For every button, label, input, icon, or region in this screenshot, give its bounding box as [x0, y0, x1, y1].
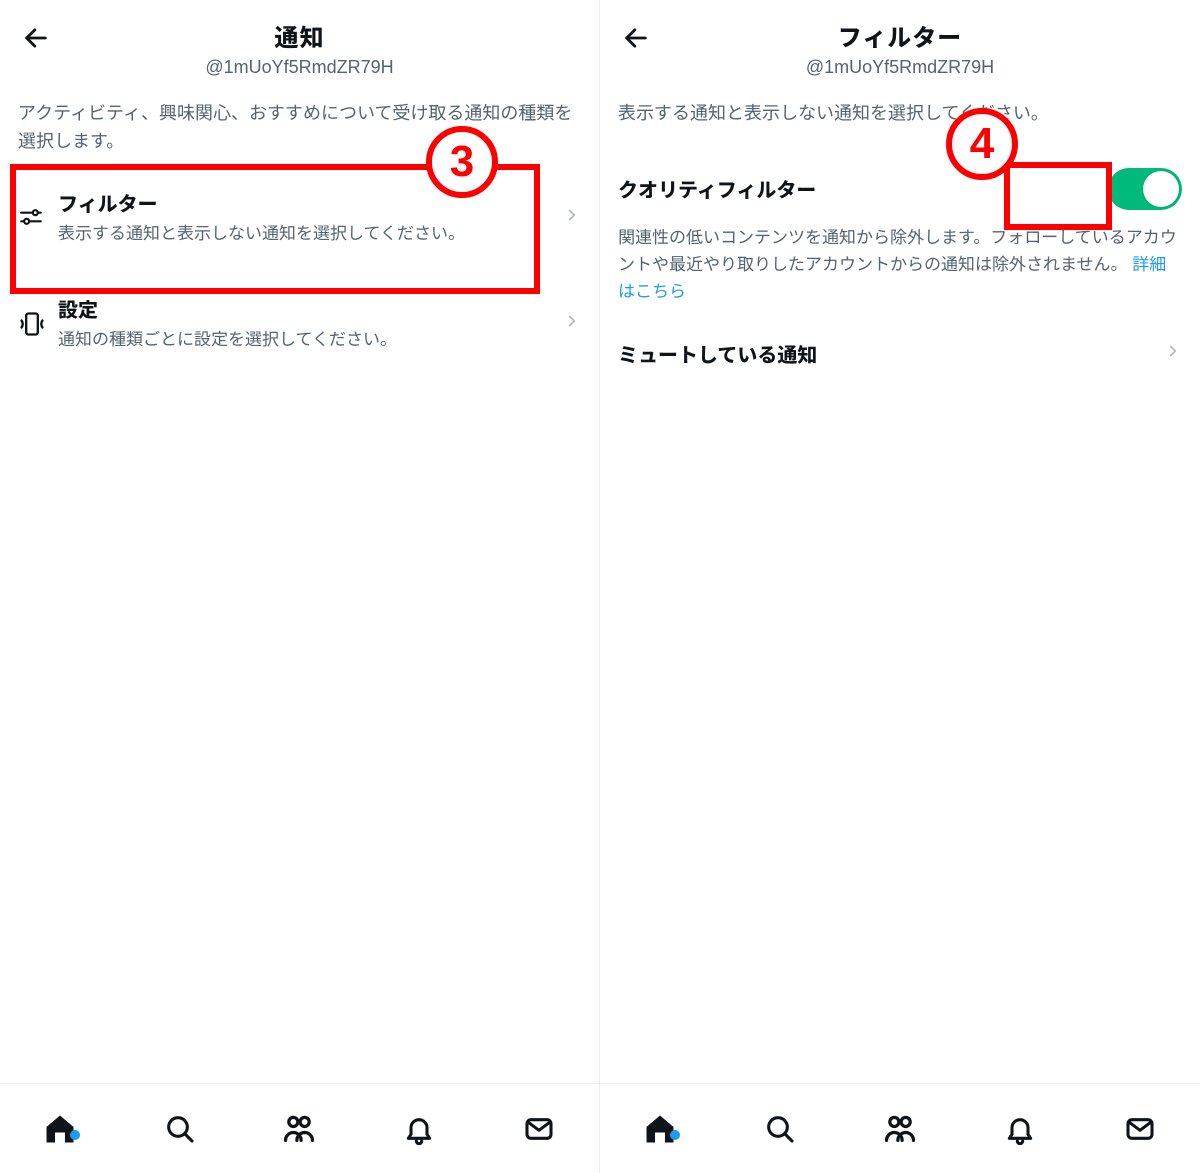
preferences-row[interactable]: 設定 通知の種類ごとに設定を選択してください。 — [0, 270, 599, 377]
quality-filter-toggle[interactable] — [1108, 168, 1182, 210]
tab-search[interactable] — [120, 1113, 240, 1145]
filter-settings-pane: フィルター @1mUoYf5RmdZR79H 表示する通知と表示しない通知を選択… — [600, 0, 1200, 1173]
new-indicator-dot — [70, 1130, 80, 1140]
tab-messages[interactable] — [479, 1113, 599, 1145]
search-icon — [764, 1113, 796, 1145]
search-icon — [164, 1113, 196, 1145]
page-title: フィルター — [656, 18, 1144, 53]
bottom-tab-bar — [0, 1083, 599, 1173]
people-icon — [282, 1112, 316, 1146]
tab-home[interactable] — [0, 1112, 120, 1146]
muted-notifications-title: ミュートしている通知 — [618, 339, 1164, 368]
phone-vibrate-icon — [18, 310, 58, 338]
chevron-right-icon — [563, 312, 581, 335]
filter-title: フィルター — [58, 188, 563, 217]
bell-icon — [1004, 1113, 1036, 1145]
tab-people[interactable] — [240, 1112, 360, 1146]
chevron-right-icon — [1164, 342, 1182, 365]
new-indicator-dot — [670, 1130, 680, 1140]
back-button[interactable] — [616, 18, 656, 58]
people-icon — [883, 1112, 917, 1146]
chevron-right-icon — [563, 206, 581, 229]
tab-notifications[interactable] — [960, 1113, 1080, 1145]
quality-filter-title: クオリティフィルター — [618, 174, 1108, 203]
header: フィルター @1mUoYf5RmdZR79H — [600, 0, 1200, 86]
tab-search[interactable] — [720, 1113, 840, 1145]
back-arrow-icon — [22, 24, 50, 52]
mail-icon — [523, 1113, 555, 1145]
tab-people[interactable] — [840, 1112, 960, 1146]
sliders-icon — [18, 204, 58, 230]
back-arrow-icon — [622, 24, 650, 52]
muted-notifications-row[interactable]: ミュートしている通知 — [600, 305, 1200, 402]
bottom-tab-bar — [600, 1083, 1200, 1173]
preferences-title: 設定 — [58, 294, 563, 323]
quality-filter-row: クオリティフィルター — [600, 136, 1200, 220]
header: 通知 @1mUoYf5RmdZR79H — [0, 0, 599, 86]
filter-subtitle: 表示する通知と表示しない通知を選択してください。 — [58, 221, 563, 247]
intro-text: アクティビティ、興味関心、おすすめについて受け取る通知の種類を選択します。 — [0, 86, 599, 164]
tab-notifications[interactable] — [359, 1113, 479, 1145]
home-icon — [43, 1112, 77, 1146]
toggle-knob — [1143, 171, 1179, 207]
filter-row[interactable]: フィルター 表示する通知と表示しない通知を選択してください。 — [0, 164, 599, 271]
back-button[interactable] — [16, 18, 56, 58]
user-handle: @1mUoYf5RmdZR79H — [56, 57, 543, 78]
quality-filter-description: 関連性の低いコンテンツを通知から除外します。フォローしているアカウントや最近やり… — [600, 220, 1200, 306]
intro-text: 表示する通知と表示しない通知を選択してください。 — [600, 86, 1200, 136]
tab-home[interactable] — [600, 1112, 720, 1146]
page-title: 通知 — [56, 18, 543, 53]
preferences-subtitle: 通知の種類ごとに設定を選択してください。 — [58, 327, 563, 353]
home-icon — [643, 1112, 677, 1146]
bell-icon — [403, 1113, 435, 1145]
notifications-settings-pane: 通知 @1mUoYf5RmdZR79H アクティビティ、興味関心、おすすめについ… — [0, 0, 600, 1173]
tab-messages[interactable] — [1080, 1113, 1200, 1145]
quality-filter-desc-text: 関連性の低いコンテンツを通知から除外します。フォローしているアカウントや最近やり… — [618, 228, 1177, 274]
mail-icon — [1124, 1113, 1156, 1145]
user-handle: @1mUoYf5RmdZR79H — [656, 57, 1144, 78]
